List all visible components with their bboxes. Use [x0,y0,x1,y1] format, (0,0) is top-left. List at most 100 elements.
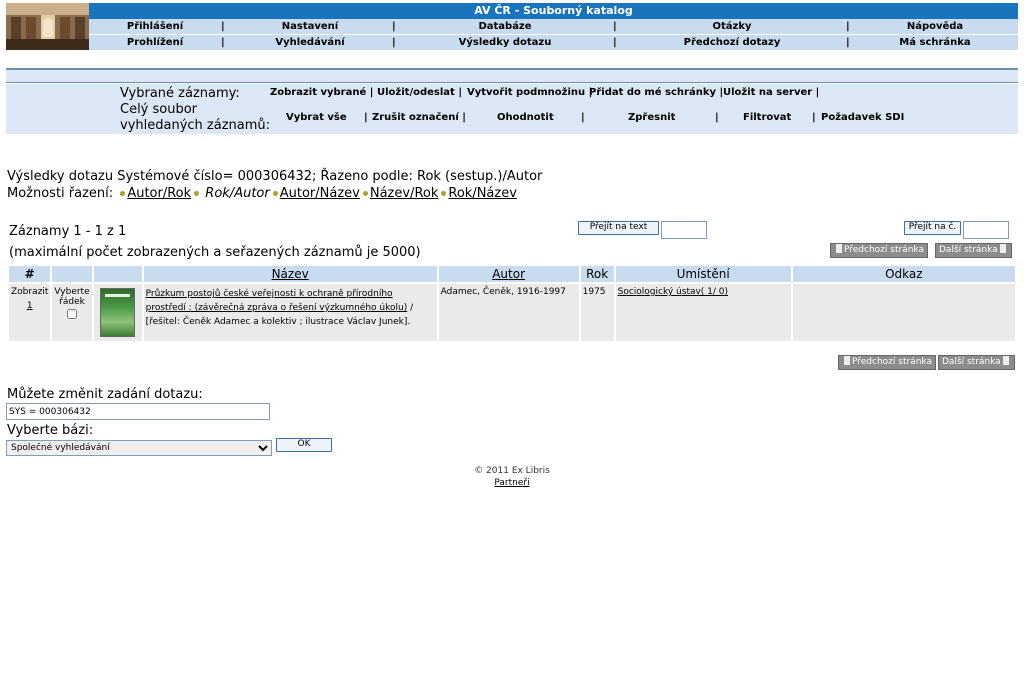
col-title-sort[interactable]: Název [143,266,437,282]
menu-previous-queries[interactable]: Předchozí dotazy [684,35,781,50]
row-link-cell [792,284,1015,341]
show-label: Zobrazit [11,287,49,297]
all-records-label-line2: vyhledaných záznamů: [120,118,271,133]
filter-link[interactable]: Filtrovat [743,112,791,123]
col-author-sort[interactable]: Autor [438,266,579,282]
menu-separator: | [392,37,396,48]
book-cover-image[interactable] [100,288,136,337]
action-separator: | [812,112,816,123]
divider-band [6,70,1018,82]
menu-settings[interactable]: Nastavení [282,19,338,34]
menu-search[interactable]: Vyhledávání [275,35,344,50]
select-all-link[interactable]: Vybrat vše [286,112,347,123]
query-summary: Výsledky dotazu Systémové číslo= 0003064… [7,169,543,184]
records-range: Záznamy 1 - 1 z 1 [9,224,127,239]
col-cover [93,266,142,282]
partners-link-wrap: Partneři [0,478,1024,488]
arrow-left-icon [836,244,842,253]
bullet-icon [441,190,447,196]
col-location: Umístění [615,266,791,282]
main-menu-row-1: Přihlášení | Nastavení | Databáze | Otáz… [89,19,1018,34]
select-row-label-1: Vyberte [54,287,90,297]
menu-separator: | [392,21,396,32]
sort-options-label: Možnosti řazení: [7,186,114,201]
menu-databases[interactable]: Databáze [478,19,531,34]
menu-browse[interactable]: Prohlížení [127,35,183,50]
app-title-bar: AV ČR - Souborný katalog [89,3,1018,19]
refine-link[interactable]: Zpřesnit [628,112,675,123]
menu-separator: | [221,37,225,48]
copyright-text: © 2011 Ex Libris [474,466,550,476]
arrow-left-icon [844,356,850,365]
action-separator: | [364,112,368,123]
goto-text-button[interactable]: Přejít na text [578,221,659,235]
bullet-icon [120,190,126,196]
results-table: # Název Autor Rok Umístění Odkaz Zobrazi… [7,264,1017,343]
menu-help[interactable]: Nápověda [907,19,963,34]
menu-separator: | [846,21,850,32]
show-selected-link[interactable]: Zobrazit vybrané | [270,87,373,98]
sort-title-year[interactable]: Název/Rok [370,186,439,201]
deselect-link[interactable]: Zrušit označení | [372,112,466,123]
menu-separator: | [613,21,617,32]
sort-options: Možnosti řazení: Autor/Rok Rok/Autor Auto… [7,186,517,201]
next-page-button-bottom[interactable]: Další stránka [938,355,1015,370]
table-row: Zobrazit 1 Vyberte řádek Průzkum postojů… [9,284,1015,341]
col-link: Odkaz [792,266,1015,282]
main-menu-row-2: Prohlížení | Vyhledávání | Výsledky dota… [89,35,1018,50]
row-location-cell: Sociologický ústav( 1/ 0) [615,284,791,341]
goto-text-input[interactable] [661,221,707,239]
select-base-label: Vyberte bázi: [7,423,94,438]
divider [6,82,1018,83]
bullet-icon [194,190,200,196]
row-select-cell: Vyberte řádek [52,284,92,341]
menu-separator: | [846,37,850,48]
row-title-cell: Průzkum postojů české veřejnosti k ochra… [143,284,437,341]
sort-author-title[interactable]: Autor/Název [280,186,360,201]
prev-page-button-top[interactable]: Předchozí stránka [830,243,928,258]
row-author-cell: Adamec, Čeněk, 1916-1997 [438,284,579,341]
goto-number-button[interactable]: Přejít na č. [904,221,961,235]
arrow-right-icon [999,244,1006,253]
partners-link[interactable]: Partneři [494,478,529,488]
menu-results[interactable]: Výsledky dotazu [459,35,552,50]
row-cover-cell [93,284,142,341]
sort-author-year[interactable]: Autor/Rok [127,186,191,201]
sort-year-author-current: Rok/Autor [205,186,270,201]
record-actions-bar: Vybrané záznamy: Celý soubor vyhledaných… [6,84,1018,134]
rate-link[interactable]: Ohodnotit [497,112,554,123]
prev-page-button-bottom[interactable]: Předchozí stránka [838,355,936,370]
col-year: Rok [580,266,614,282]
selected-records-label: Vybrané záznamy: [120,86,240,101]
next-page-button-top[interactable]: Další stránka [935,243,1012,258]
add-to-basket-link[interactable]: Přidat do mé schránky | [589,87,723,98]
menu-questions[interactable]: Otázky [712,19,751,34]
max-records-note: (maximální počet zobrazených a seřazenýc… [9,245,421,260]
header-spacer [6,51,1018,68]
row-number-cell: Zobrazit 1 [9,284,51,341]
menu-separator: | [221,21,225,32]
save-to-server-link[interactable]: Uložit na server | [723,87,819,98]
ok-button[interactable]: OK [276,438,332,452]
all-records-label-line1: Celý soubor [120,102,198,117]
record-number-link[interactable]: 1 [27,301,33,311]
location-link[interactable]: Sociologický ústav( 1/ 0) [618,287,728,297]
base-select[interactable]: Společné vyhledávání [6,440,272,456]
query-input[interactable] [6,403,270,420]
record-title-link[interactable]: Průzkum postojů české veřejnosti k ochra… [146,289,408,313]
bullet-icon [362,190,368,196]
row-year-cell: 1975 [580,284,614,341]
menu-my-basket[interactable]: Má schránka [899,35,970,50]
change-query-label: Můžete změnit zadání dotazu: [7,387,203,402]
sdi-request-link[interactable]: Požadavek SDI [821,112,904,123]
save-send-link[interactable]: Uložit/odeslat | [377,87,462,98]
select-row-checkbox[interactable] [66,309,77,319]
menu-separator: | [613,37,617,48]
sort-year-title[interactable]: Rok/Název [448,186,517,201]
goto-number-input[interactable] [963,221,1009,239]
action-separator: | [715,112,719,123]
action-separator: | [581,112,585,123]
menu-login[interactable]: Přihlášení [127,19,183,34]
create-subset-link[interactable]: Vytvořit podmnožinu | [467,87,592,98]
col-select [52,266,92,282]
